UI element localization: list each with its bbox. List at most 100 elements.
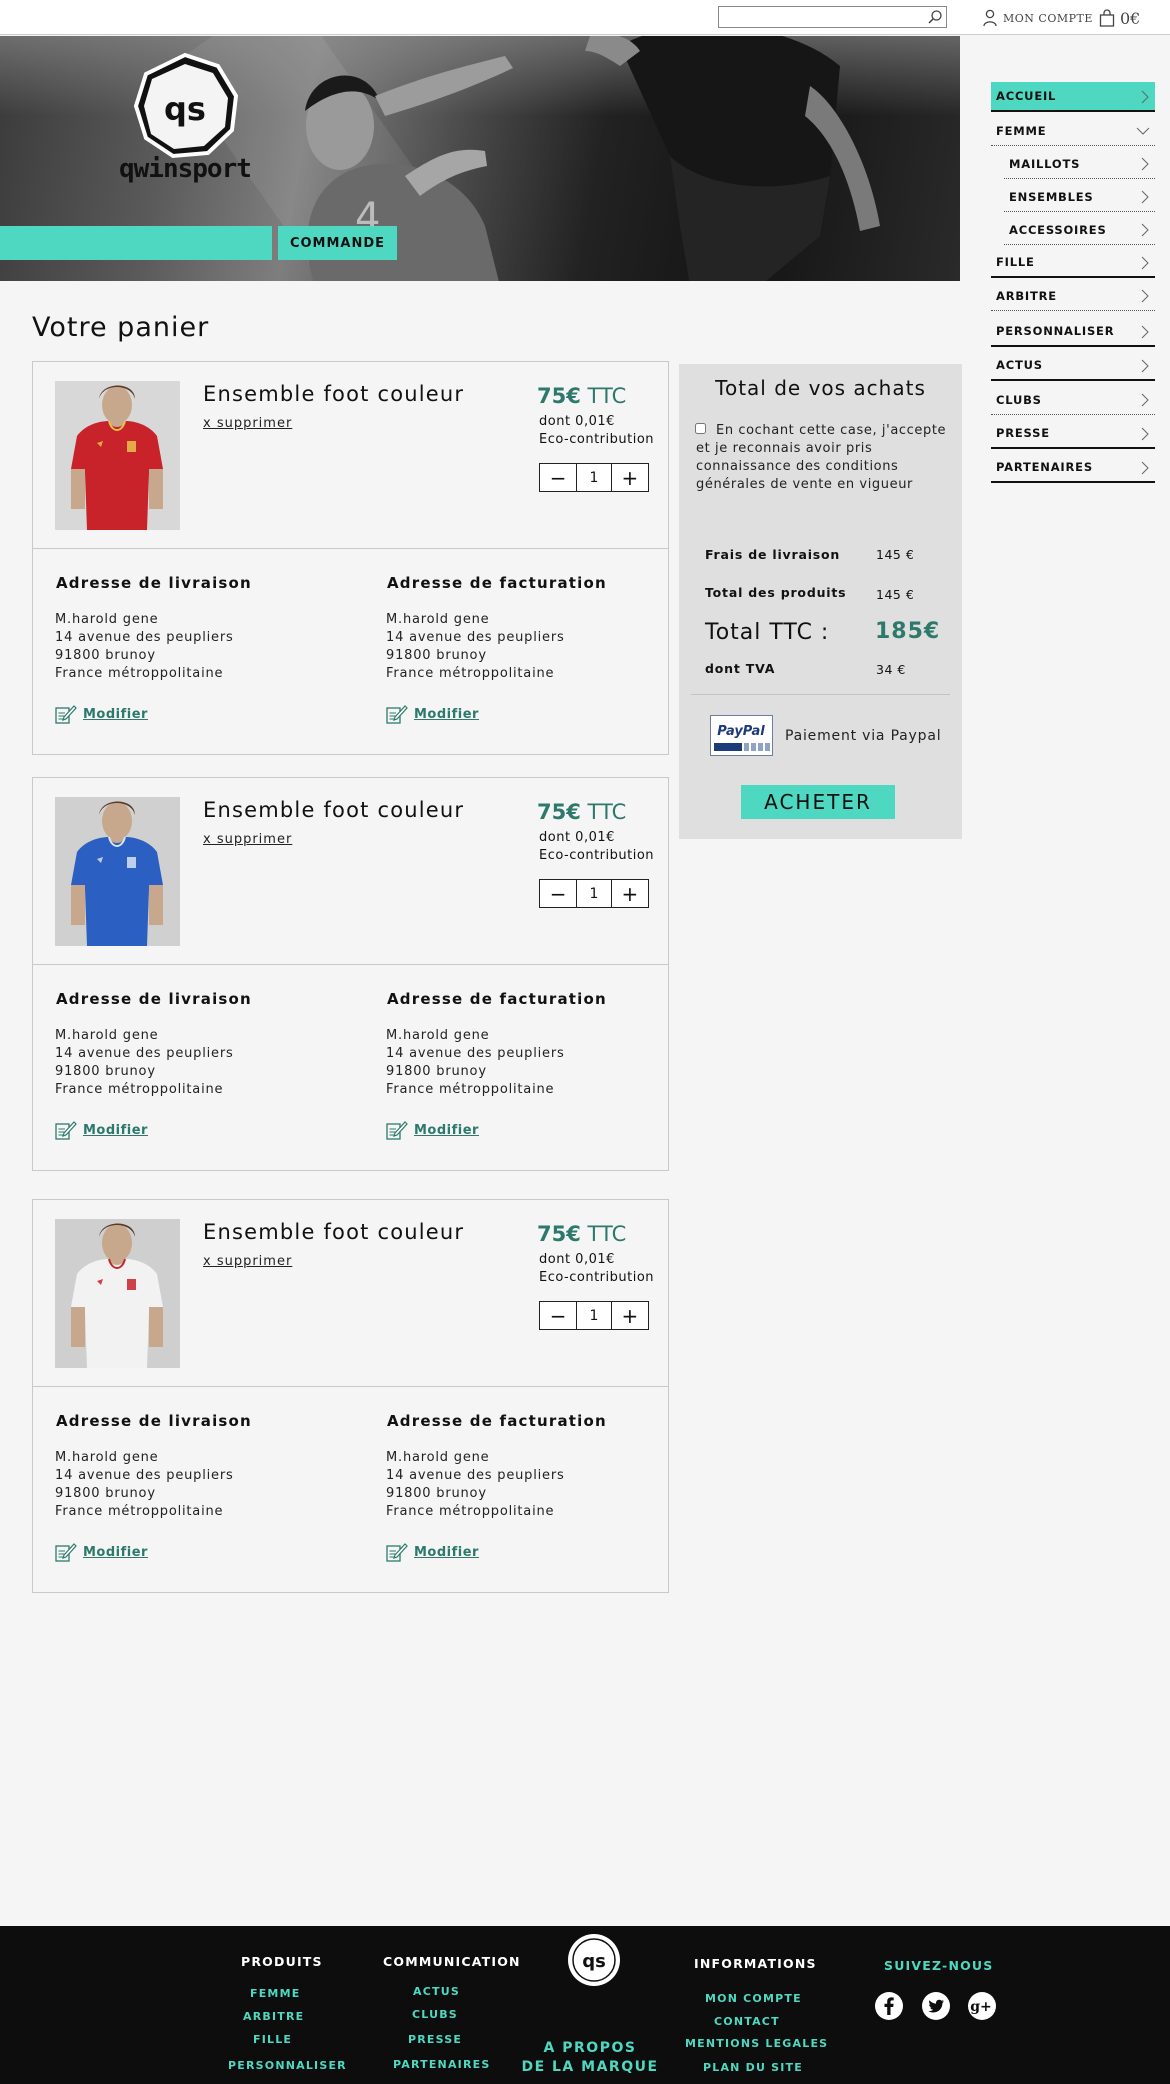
footer-link-femme[interactable]: FEMME: [250, 1987, 300, 2000]
decrease-quantity-button[interactable]: −: [540, 1302, 576, 1329]
billing-edit-link[interactable]: Modifier: [386, 1120, 479, 1140]
nav-item-personnaliser[interactable]: PERSONNALISER: [991, 317, 1155, 347]
billing-edit-link[interactable]: Modifier: [386, 1542, 479, 1562]
quantity-value[interactable]: 1: [576, 880, 612, 907]
chevron-right-icon: [1141, 223, 1149, 237]
jersey-image: [55, 797, 180, 946]
billing-edit-link[interactable]: Modifier: [386, 704, 479, 724]
delivery-edit-link[interactable]: Modifier: [55, 1120, 148, 1140]
billing-address-line: 91800 brunoy: [386, 648, 487, 663]
cart-link[interactable]: 0€: [1099, 6, 1140, 30]
billing-address-line: France métroppolitaine: [386, 666, 555, 681]
buy-button[interactable]: ACHETER: [741, 785, 895, 819]
footer-produits-title: PRODUITS: [241, 1954, 323, 1969]
account-link[interactable]: MON COMPTE: [983, 7, 1093, 29]
edit-icon: [386, 705, 408, 724]
price-amount: 75€: [537, 384, 581, 408]
product-photo[interactable]: [55, 797, 180, 946]
chevron-right-icon: [1141, 157, 1149, 171]
delivery-address-line: 14 avenue des peupliers: [55, 1046, 234, 1061]
price-suffix: TTC: [587, 1222, 627, 1246]
nav-item-presse[interactable]: PRESSE: [991, 419, 1155, 449]
product-photo[interactable]: [55, 1219, 180, 1368]
footer-link-actus[interactable]: ACTUS: [413, 1985, 460, 1998]
footer-link-clubs[interactable]: CLUBS: [412, 2008, 458, 2021]
nav-item-label: ENSEMBLES: [1009, 189, 1094, 204]
quantity-value[interactable]: 1: [576, 464, 612, 491]
product-name[interactable]: Ensemble foot couleur: [203, 1220, 464, 1244]
footer-link-fille[interactable]: FILLE: [253, 2033, 292, 2046]
google-plus-icon[interactable]: g+: [967, 1991, 997, 2021]
eco-contribution-amount: dont 0,01€: [539, 414, 615, 429]
price-amount: 75€: [537, 1222, 581, 1246]
delivery-address-line: 91800 brunoy: [55, 1064, 156, 1079]
footer-about-line1[interactable]: A PROPOS: [510, 2040, 670, 2056]
footer-logo-text: qs: [582, 1951, 606, 1972]
billing-address-title: Adresse de facturation: [387, 990, 607, 1008]
product-name[interactable]: Ensemble foot couleur: [203, 382, 464, 406]
decrease-quantity-button[interactable]: −: [540, 880, 576, 907]
footer-link-mentions-legales[interactable]: MENTIONS LEGALES: [685, 2037, 828, 2050]
brand-name: qwinsport: [119, 154, 252, 184]
remove-item-link[interactable]: x supprimer: [203, 416, 292, 431]
breadcrumb-tab-commande[interactable]: COMMANDE: [278, 226, 397, 260]
cart-item: Ensemble foot couleur x supprimer 75€ TT…: [32, 361, 669, 755]
product-photo[interactable]: [55, 381, 180, 530]
footer-about-line2[interactable]: DE LA MARQUE: [510, 2059, 670, 2075]
nav-item-arbitre[interactable]: ARBITRE: [991, 281, 1155, 311]
nav-item-clubs[interactable]: CLUBS: [991, 385, 1155, 415]
nav-item-partenaires[interactable]: PARTENAIRES: [991, 453, 1155, 483]
increase-quantity-button[interactable]: +: [612, 464, 648, 491]
edit-label: Modifier: [414, 1544, 479, 1560]
nav-item-accueil[interactable]: ACCUEIL: [991, 82, 1155, 112]
summary-divider: [691, 694, 950, 695]
nav-item-label: PRESSE: [996, 426, 1050, 440]
footer-communication-title: COMMUNICATION: [383, 1954, 521, 1969]
logo-text: qs: [164, 90, 206, 128]
footer-link-arbitre[interactable]: ARBITRE: [243, 2010, 304, 2023]
edit-label: Modifier: [83, 1544, 148, 1560]
paypal-logo[interactable]: PayPal: [710, 715, 773, 756]
top-bar: MON COMPTE 0€: [0, 0, 1170, 35]
paypal-label: Paiement via Paypal: [785, 728, 942, 744]
twitter-icon[interactable]: [921, 1991, 951, 2021]
nav-item-ensembles[interactable]: ENSEMBLES: [1004, 182, 1155, 212]
billing-address-line: 91800 brunoy: [386, 1064, 487, 1079]
facebook-icon[interactable]: [874, 1991, 904, 2021]
paypal-logo-text: PayPal: [717, 724, 765, 739]
nav-item-maillots[interactable]: MAILLOTS: [1004, 149, 1155, 179]
search-input[interactable]: [719, 8, 919, 28]
delivery-address-line: 14 avenue des peupliers: [55, 1468, 234, 1483]
footer-link-contact[interactable]: CONTACT: [714, 2015, 780, 2028]
delivery-edit-link[interactable]: Modifier: [55, 1542, 148, 1562]
nav-item-femme[interactable]: FEMME: [991, 116, 1155, 146]
delivery-edit-link[interactable]: Modifier: [55, 704, 148, 724]
products-total-value: 145 €: [876, 587, 915, 602]
footer-link-presse[interactable]: PRESSE: [408, 2033, 462, 2046]
edit-icon: [55, 1121, 77, 1140]
nav-item-fille[interactable]: FILLE: [991, 248, 1155, 278]
decrease-quantity-button[interactable]: −: [540, 464, 576, 491]
nav-item-actus[interactable]: ACTUS: [991, 351, 1155, 381]
increase-quantity-button[interactable]: +: [612, 880, 648, 907]
search-icon[interactable]: [927, 9, 943, 25]
footer-link-personnaliser[interactable]: PERSONNALISER: [228, 2059, 347, 2072]
eco-contribution-label: Eco-contribution: [539, 1270, 655, 1285]
billing-address-line: M.harold gene: [386, 1028, 490, 1043]
increase-quantity-button[interactable]: +: [612, 1302, 648, 1329]
chevron-down-icon: [1136, 127, 1150, 135]
remove-item-link[interactable]: x supprimer: [203, 1254, 292, 1269]
delivery-address-line: France métroppolitaine: [55, 666, 224, 681]
product-name[interactable]: Ensemble foot couleur: [203, 798, 464, 822]
nav-item-label: ACCESSOIRES: [1009, 222, 1107, 237]
footer-link-plan-du-site[interactable]: PLAN DU SITE: [703, 2061, 803, 2074]
nav-item-accessoires[interactable]: ACCESSOIRES: [1004, 215, 1155, 245]
quantity-value[interactable]: 1: [576, 1302, 612, 1329]
edit-label: Modifier: [414, 1122, 479, 1138]
footer-link-mon-compte[interactable]: MON COMPTE: [705, 1992, 802, 2005]
footer-link-partenaires[interactable]: PARTENAIRES: [393, 2058, 490, 2071]
summary-title: Total de vos achats: [715, 376, 926, 400]
footer-logo[interactable]: qs: [566, 1932, 622, 1988]
remove-item-link[interactable]: x supprimer: [203, 832, 292, 847]
edit-label: Modifier: [83, 1122, 148, 1138]
